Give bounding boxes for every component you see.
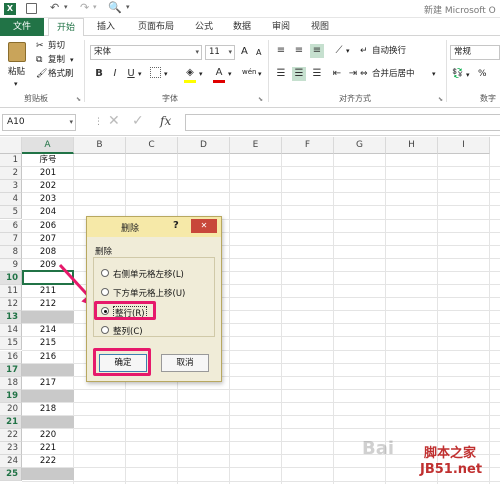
watermark-line2: JB51.net — [420, 462, 483, 477]
close-button[interactable]: ✕ — [191, 219, 217, 233]
radio-shift-up[interactable] — [101, 288, 109, 296]
radio-shift-left[interactable] — [101, 269, 109, 277]
annotation-arrows — [58, 263, 137, 358]
dialog-title-bar: 删除 ? ✕ — [87, 217, 221, 237]
option-entire-column[interactable]: 整列(C) — [113, 325, 143, 337]
group-box-label: 删除 — [95, 247, 113, 257]
highlight-entire-row — [94, 301, 156, 320]
option-shift-left[interactable]: 右侧单元格左移(L) — [113, 268, 184, 280]
dialog-title: 删除 — [121, 224, 140, 234]
option-shift-up[interactable]: 下方单元格上移(U) — [113, 287, 185, 299]
cancel-button[interactable]: 取消 — [161, 354, 209, 372]
close-icon: ✕ — [200, 221, 208, 230]
highlight-ok-button — [93, 348, 151, 376]
radio-entire-column[interactable] — [101, 326, 109, 334]
help-button[interactable]: ? — [173, 220, 179, 231]
watermark-baidu: Bai — [362, 438, 395, 459]
watermark-line1: 脚本之家 — [424, 446, 477, 461]
